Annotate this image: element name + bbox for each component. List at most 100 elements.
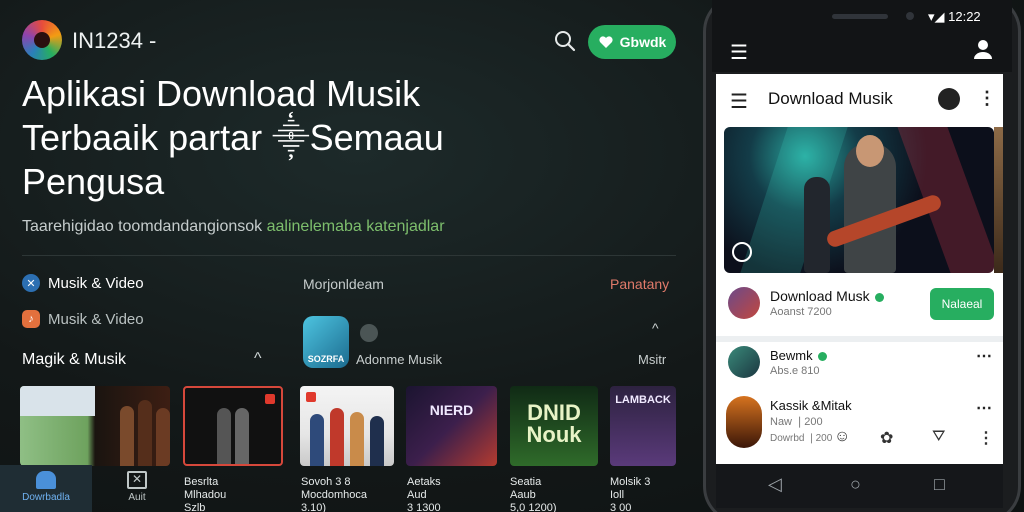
list-item-title: Download Musk [770,288,884,304]
more-horiz-icon[interactable]: ⋯ [976,398,992,418]
more-vert-icon[interactable]: ⋮ [978,428,994,448]
home-icon [36,471,56,489]
collapse-chevron-icon[interactable]: ^ [254,350,262,368]
album-label: Adonme Musik [356,352,442,367]
more-horiz-icon[interactable]: ⋯ [976,346,992,366]
hero-subtitle-highlight: aalinelemaba katenjadlar [266,218,445,235]
thumbnail-band-portrait[interactable] [300,386,394,466]
heart-icon [599,36,613,48]
band-member [350,412,364,466]
album-cover[interactable]: SOZRFA [303,316,349,368]
list-item-title: Kassik &Mitak [770,398,852,413]
chevron-up-icon[interactable]: ^ [652,320,659,336]
share-icon[interactable]: ✿ [880,428,893,448]
back-icon[interactable]: ◁ [768,474,782,495]
brand-name: IN1234 - [72,28,157,53]
app-logo [22,20,62,60]
band-member [156,408,170,466]
caption-line: Mocdomhoca [301,489,368,501]
caption-line: Aud [407,489,427,501]
like-icon[interactable]: ⛛ [932,428,945,446]
home-circle-icon[interactable]: ○ [850,474,861,495]
section-title: Magik & Musik [22,351,127,368]
thumbnail-text: DNID Nouk [526,400,582,447]
album-badge: SOZRFA [307,354,345,364]
list-item-meta: Dowrbd ❘200 [770,433,833,444]
video-player[interactable] [724,127,994,273]
guitarist-head [856,135,884,167]
thumbnail-caption: Aetaks Aud 3 1300 [407,476,441,512]
app-icon: ♪ [22,310,40,328]
video-edge [994,127,1003,273]
hero-title: Aplikasi Download Musik Terbaaik partar … [22,73,444,202]
middle-heading: Morjonldeam [303,276,384,292]
thumbnail-sky [20,386,95,416]
caption-line: 3 00 [610,502,632,512]
sidebar-item-musik-video-2[interactable]: ♪ Musik & Video [22,310,144,328]
hero-subtitle-text: Taarehigidao toomdandangionsok [22,218,267,235]
thumbnail-caption: Molsik 3 Ioll 3 00 [610,476,650,512]
thumbnail-neon-guitar[interactable]: NIERD [406,386,497,466]
thumbnail-text: LAMBACK [615,394,671,406]
list-item-subtitle: Aoanst 7200 [770,306,832,318]
verified-icon [817,352,827,362]
caption-line: 3.10) [301,502,327,512]
download-button[interactable]: Gbwdk [588,25,676,59]
thumbnail-purple-band[interactable]: LAMBACK [610,386,676,466]
caption-line: Besrlta [184,476,219,488]
install-button[interactable]: Nalaeal [930,288,994,320]
list-item-title: Bewmk [770,348,827,363]
status-bar: ▾◢ 12:22 [928,9,981,24]
thumbnail-dark-duo[interactable] [183,386,283,466]
nav-item-library[interactable]: ✕ Auit [92,465,182,512]
avatar [728,346,760,378]
verified-icon [874,292,884,302]
nav-item-home[interactable]: Dowrbadla [0,465,92,512]
list-item-title-text: Bewmk [770,348,813,363]
record-icon [306,392,316,402]
stage-light [740,127,848,273]
caption-line: Molsik 3 [610,476,651,488]
menu-icon[interactable]: ☰ [730,40,748,65]
caption-line: Szlb [184,502,206,512]
list-item-title-text: Download Musk [770,288,870,304]
hamburger-icon[interactable]: ☰ [730,89,748,114]
caption-line: Mlhadou [184,489,227,501]
thumbnail-caption: Sovoh 3 8 Mocdomhoca 3.10) [301,476,367,512]
band-member [310,414,324,466]
sidebar-item-musik-video[interactable]: ✕ Musik & Video [22,274,144,292]
record-icon [265,394,275,404]
thumbnail-dnid-nouk[interactable]: DNID Nouk [510,386,598,466]
album-art [726,396,762,448]
recents-icon[interactable]: □ [934,474,945,495]
caption-line: Ioll [610,489,625,501]
sidebar-item-label: Musik & Video [48,310,144,328]
more-vert-icon[interactable]: ⋮ [978,88,996,109]
band-member [217,408,231,464]
phone-camera [906,12,914,20]
search-icon[interactable] [552,28,578,54]
library-icon: ✕ [127,471,147,489]
user-icon[interactable] [972,38,994,60]
download-button-label: Gbwdk [619,34,667,50]
globe-icon: ✕ [22,274,40,292]
thumbnail-text: NIERD [429,402,474,418]
divider [716,336,1003,342]
band-member [330,408,344,466]
nav-item-label: Dowrbadla [22,492,70,503]
thumbnail-caption: Seatia Aaub 5,0 1200) [510,476,556,512]
caption-line: Aaub [510,489,536,501]
band-member [138,400,152,466]
list-item-subtitle: Naw ❘200 [770,416,823,428]
replay-icon[interactable] [732,242,752,262]
thumbnail-caption: Besrlta Mlhadou Szlb [184,476,226,512]
comment-icon[interactable]: ☺ [834,428,850,446]
thumbnail-field-band[interactable] [20,386,170,466]
music-note-icon[interactable] [938,88,960,110]
middle-right-link[interactable]: Panatany [610,276,669,292]
side-label: Msitr [638,352,667,367]
caption-line: Aetaks [407,476,441,488]
screen-title: Download Musik [768,89,893,108]
nav-item-label: Auit [128,492,146,503]
hero-subtitle: Taarehigidao toomdandangionsok aalinelem… [22,218,445,236]
